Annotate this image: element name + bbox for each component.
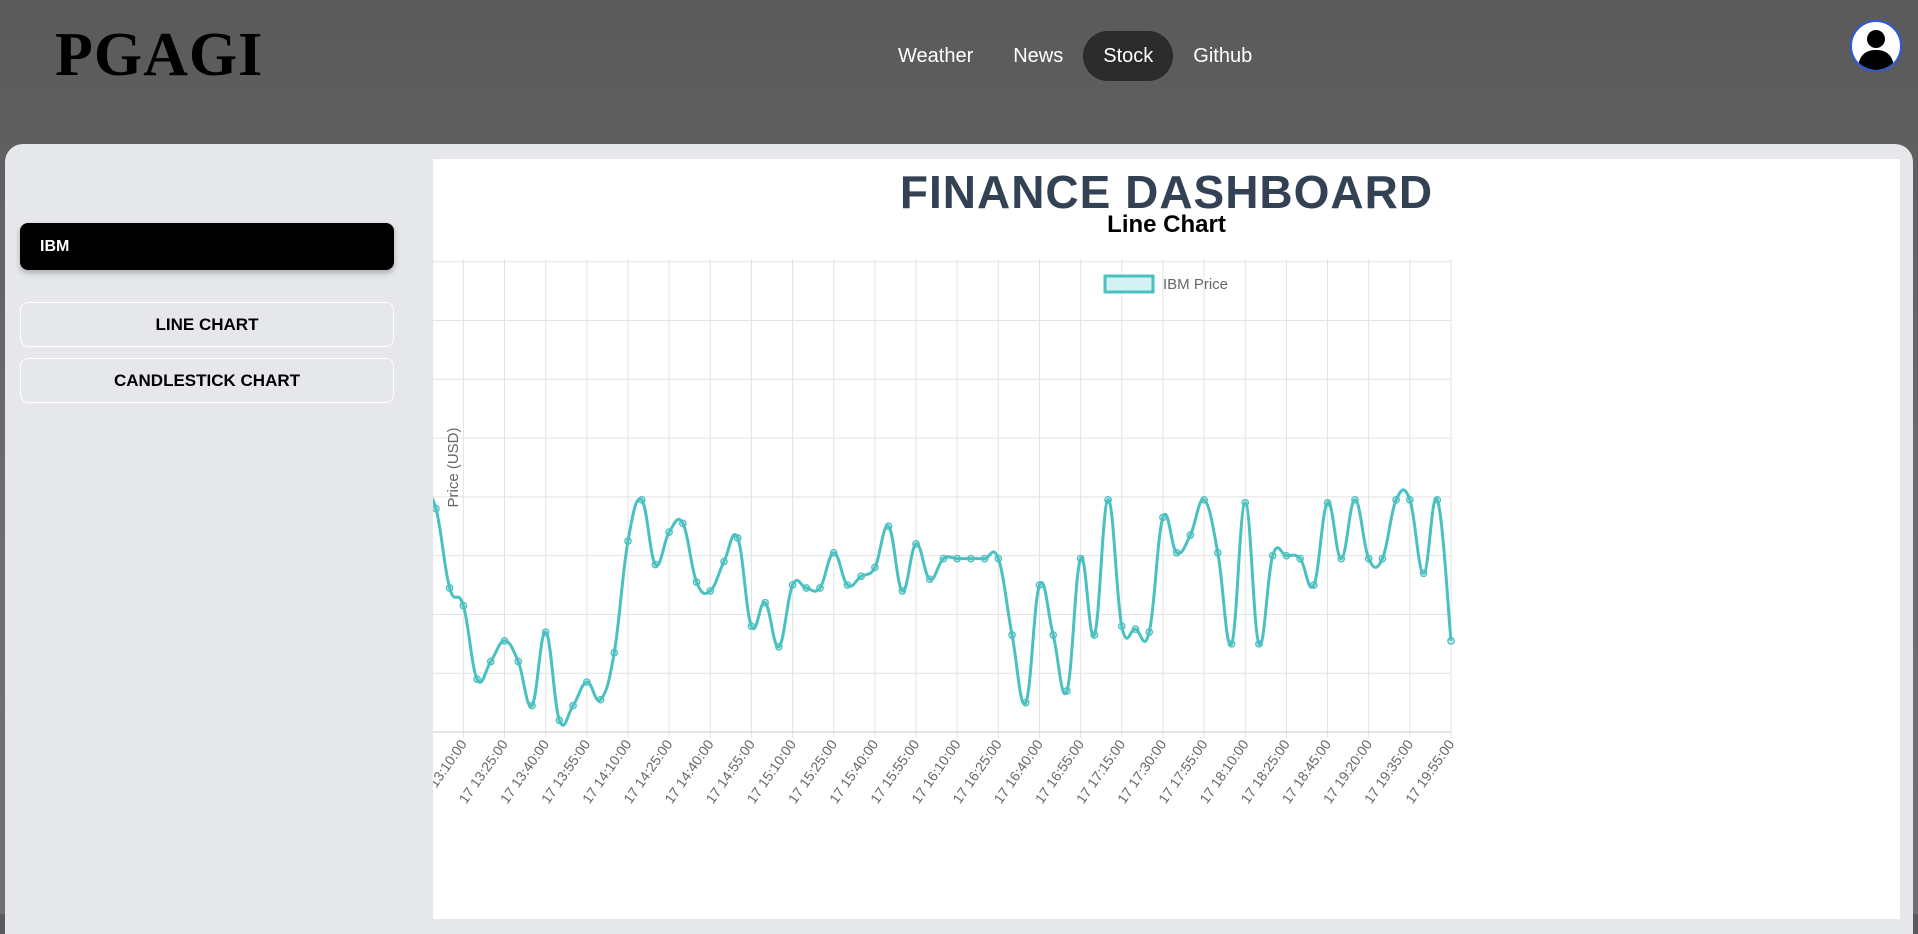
top-header: PGAGI Weather News Stock Github bbox=[0, 0, 1918, 145]
data-point bbox=[761, 598, 769, 607]
chart-container: FINANCE DASHBOARD Line Chart 226.0225.82… bbox=[433, 159, 1900, 919]
data-point bbox=[665, 528, 673, 537]
legend-label: IBM Price bbox=[1163, 276, 1228, 293]
data-point bbox=[733, 534, 742, 542]
data-point bbox=[857, 572, 866, 581]
data-point bbox=[582, 678, 591, 686]
y-axis-title: Price (USD) bbox=[445, 427, 462, 507]
data-point bbox=[747, 622, 756, 631]
data-point bbox=[802, 584, 811, 592]
data-point bbox=[1117, 622, 1126, 631]
data-point bbox=[720, 557, 728, 566]
data-point bbox=[1063, 687, 1071, 695]
data-point bbox=[528, 701, 536, 710]
data-point bbox=[1090, 631, 1099, 639]
data-point bbox=[843, 581, 852, 589]
main-nav: Weather News Stock Github bbox=[878, 30, 1272, 82]
data-point bbox=[500, 637, 509, 645]
line-chart-button[interactable]: LINE CHART bbox=[20, 302, 394, 347]
data-point bbox=[624, 537, 632, 545]
data-point bbox=[788, 581, 797, 589]
data-point bbox=[1159, 513, 1167, 522]
data-point bbox=[884, 522, 893, 531]
data-point bbox=[1433, 495, 1442, 504]
data-point bbox=[898, 587, 907, 595]
data-point bbox=[967, 554, 975, 563]
stock-symbol-button[interactable]: IBM bbox=[20, 223, 394, 270]
data-point bbox=[775, 642, 783, 651]
data-point bbox=[1008, 631, 1016, 639]
data-point bbox=[473, 675, 481, 683]
legend-swatch bbox=[1103, 274, 1155, 294]
nav-weather[interactable]: Weather bbox=[878, 31, 993, 81]
data-point bbox=[1337, 554, 1346, 563]
data-point bbox=[1282, 551, 1291, 560]
data-point bbox=[651, 560, 660, 569]
data-point bbox=[637, 495, 646, 504]
data-point bbox=[678, 519, 687, 528]
data-point bbox=[541, 628, 550, 636]
data-point bbox=[980, 554, 989, 563]
line-chart: 226.0225.8225.6225.4225.2225.0224.8224.6… bbox=[433, 259, 1458, 806]
data-point bbox=[514, 657, 523, 666]
data-point bbox=[925, 575, 934, 584]
data-point bbox=[1323, 498, 1332, 507]
data-point bbox=[1419, 569, 1428, 578]
user-avatar-icon[interactable] bbox=[1850, 20, 1902, 72]
chart-title: Line Chart bbox=[1107, 211, 1226, 238]
data-point bbox=[953, 554, 962, 563]
data-point bbox=[1405, 495, 1414, 504]
nav-stock[interactable]: Stock bbox=[1083, 31, 1174, 81]
data-point bbox=[871, 563, 879, 572]
data-point bbox=[1035, 581, 1044, 589]
data-point bbox=[939, 554, 948, 563]
data-point bbox=[1145, 628, 1154, 636]
data-point bbox=[912, 540, 920, 548]
data-point bbox=[1351, 495, 1359, 504]
data-point bbox=[1131, 625, 1140, 633]
data-point bbox=[1268, 551, 1277, 560]
data-point bbox=[816, 584, 824, 592]
data-point bbox=[1172, 548, 1181, 557]
data-point bbox=[1227, 639, 1236, 648]
data-point bbox=[1255, 639, 1263, 648]
data-point bbox=[706, 587, 715, 595]
data-point bbox=[610, 648, 619, 657]
data-point bbox=[1392, 495, 1400, 504]
data-point bbox=[569, 701, 577, 710]
data-point bbox=[1447, 637, 1455, 645]
data-point bbox=[1309, 581, 1318, 589]
data-point bbox=[555, 716, 564, 725]
series-line bbox=[433, 488, 1453, 727]
data-point bbox=[1186, 531, 1195, 539]
data-point bbox=[829, 548, 838, 557]
data-point bbox=[1021, 698, 1030, 707]
data-point bbox=[1213, 548, 1222, 557]
data-point bbox=[692, 578, 701, 586]
data-point bbox=[1200, 495, 1208, 504]
candlestick-chart-button[interactable]: CANDLESTICK CHART bbox=[20, 358, 394, 403]
site-logo[interactable]: PGAGI bbox=[55, 20, 263, 91]
data-point bbox=[1241, 498, 1250, 507]
data-point bbox=[1104, 495, 1112, 504]
data-point bbox=[596, 695, 605, 704]
data-point bbox=[1049, 631, 1058, 639]
nav-news[interactable]: News bbox=[993, 31, 1083, 81]
data-point bbox=[433, 504, 440, 513]
data-point bbox=[459, 601, 468, 610]
data-point bbox=[1378, 554, 1387, 563]
nav-github[interactable]: Github bbox=[1173, 31, 1272, 81]
data-point bbox=[1364, 554, 1373, 563]
data-point bbox=[1296, 554, 1304, 563]
data-point bbox=[1076, 554, 1085, 563]
data-point bbox=[445, 584, 454, 592]
data-point bbox=[994, 554, 1003, 563]
data-point bbox=[486, 657, 495, 666]
sidebar: IBM LINE CHART CANDLESTICK CHART bbox=[20, 223, 394, 403]
